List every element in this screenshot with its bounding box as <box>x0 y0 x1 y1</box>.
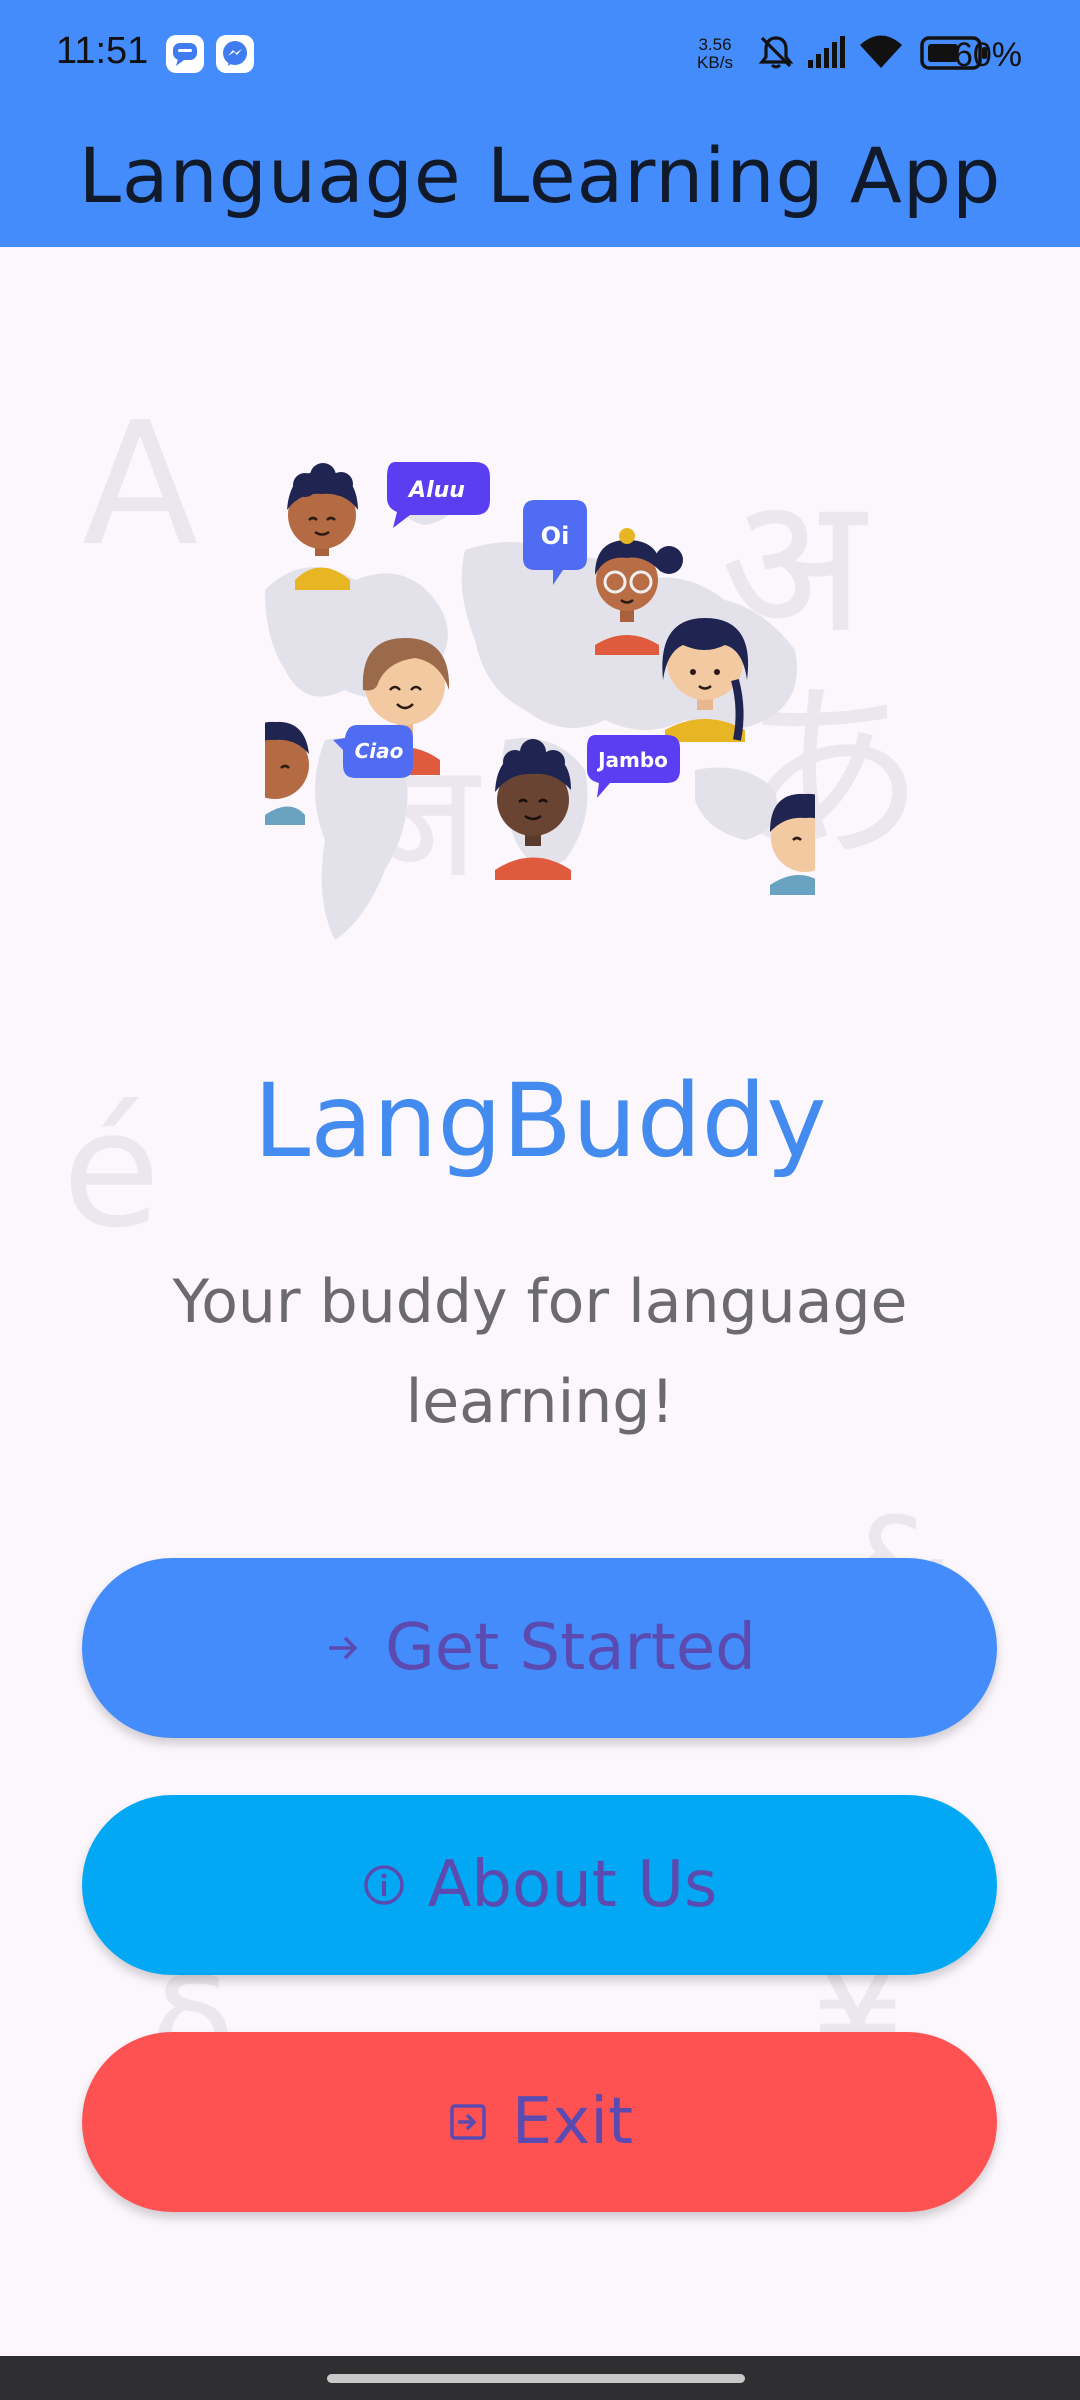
bubble-jambo: Jambo <box>596 748 668 772</box>
network-speed: 3.56 KB/s <box>690 36 740 72</box>
bg-letter-a: A <box>82 386 199 584</box>
wifi-icon <box>858 32 904 76</box>
brand-name: LangBuddy <box>253 1062 827 1181</box>
app-screen: A अ あ é ज & ¥ δ 11:51 3.56 KB/s <box>0 0 1080 2400</box>
about-us-label: About Us <box>427 1848 718 1922</box>
status-time: 11:51 <box>56 30 149 72</box>
network-speed-value: 3.56 <box>698 35 732 54</box>
arrow-right-icon <box>323 1628 363 1668</box>
page-title: Language Learning App <box>78 131 1002 220</box>
battery-percent: 60% <box>953 36 1022 74</box>
person-avatar <box>770 793 841 895</box>
info-icon <box>362 1863 406 1907</box>
status-icons: 3.56 KB/s 60% <box>660 28 1080 78</box>
messages-app-icon <box>166 35 204 73</box>
about-us-button[interactable]: About Us <box>82 1795 997 1975</box>
bubble-ciao: Ciao <box>355 739 404 763</box>
app-bar: 11:51 3.56 KB/s 60% Language Learning Ap… <box>0 0 1080 247</box>
get-started-button[interactable]: Get Started <box>82 1558 997 1738</box>
exit-label: Exit <box>511 2085 634 2159</box>
exit-icon <box>446 2100 490 2144</box>
system-nav-bar <box>0 2356 1080 2400</box>
cellular-signal-icon <box>806 34 848 76</box>
exit-button[interactable]: Exit <box>82 2032 997 2212</box>
network-speed-unit: KB/s <box>697 53 733 72</box>
brand-tagline: Your buddy for language learning! <box>172 1267 908 1437</box>
bell-muted-icon <box>756 32 796 76</box>
language-friends-illustration: Aluu Oi Ciao Jambo <box>241 440 841 960</box>
get-started-label: Get Started <box>385 1611 756 1685</box>
home-gesture-handle[interactable] <box>327 2374 745 2383</box>
bubble-aluu: Aluu <box>407 478 465 503</box>
messenger-app-icon <box>216 35 254 73</box>
bubble-oi: Oi <box>541 522 570 550</box>
person-avatar <box>241 721 309 825</box>
